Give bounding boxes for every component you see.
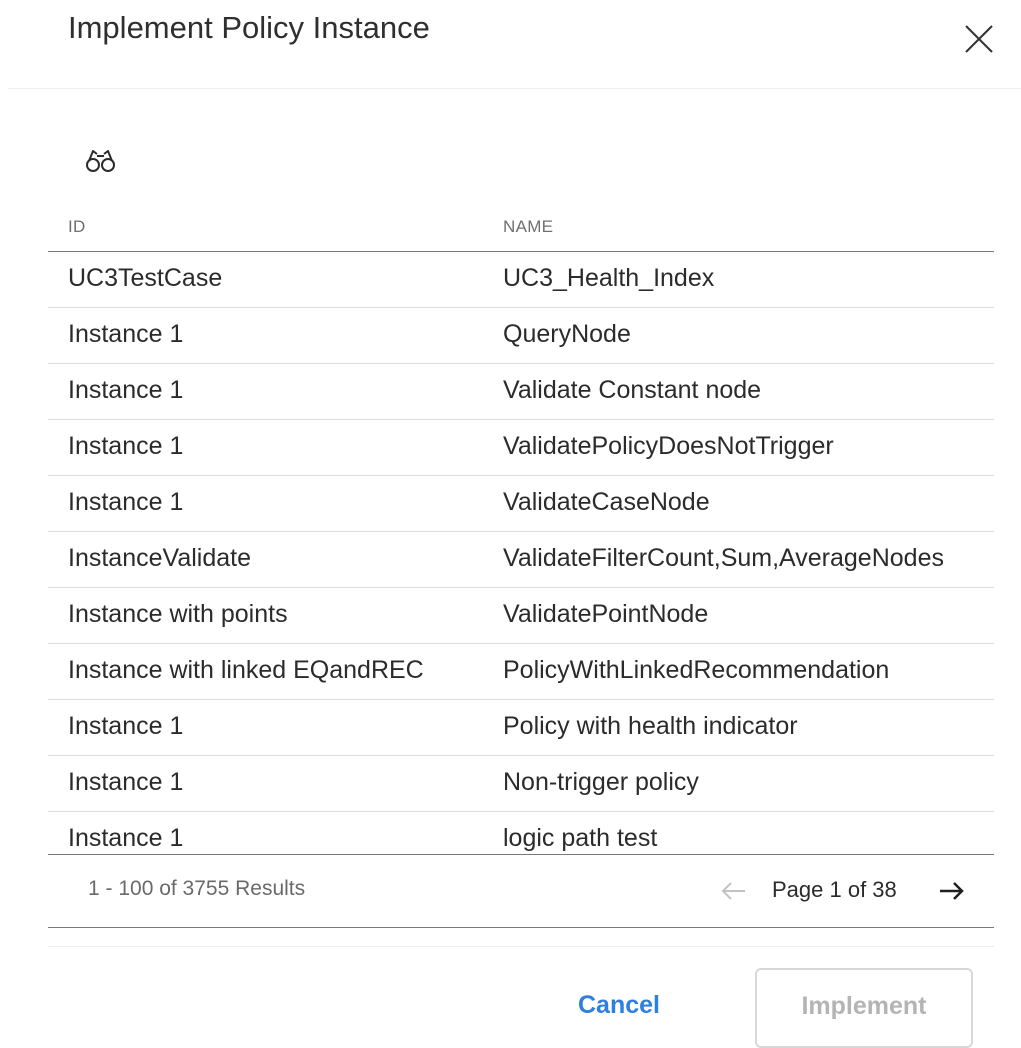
cell-name: UC3_Health_Index — [503, 264, 715, 292]
cell-id: Instance 1 — [68, 320, 184, 348]
table-row[interactable]: Instance 1 Non-trigger policy — [48, 756, 994, 812]
arrow-left-icon — [721, 882, 745, 900]
cancel-button[interactable]: Cancel — [560, 982, 678, 1028]
dialog-title: Implement Policy Instance — [68, 10, 430, 45]
cell-id: Instance 1 — [68, 376, 184, 404]
page-indicator: Page 1 of 38 — [772, 877, 897, 902]
cell-name: Policy with health indicator — [503, 712, 798, 740]
previous-page-button[interactable] — [720, 879, 748, 903]
cell-name: logic path test — [503, 824, 658, 852]
cell-id: Instance with points — [68, 600, 288, 628]
table-row[interactable]: Instance with linked EQandREC PolicyWith… — [48, 644, 994, 700]
table-row[interactable]: Instance 1 Validate Constant node — [48, 364, 994, 420]
cell-id: Instance 1 — [68, 824, 184, 852]
cell-id: Instance 1 — [68, 712, 184, 740]
close-button[interactable] — [960, 20, 998, 58]
table-row[interactable]: UC3TestCase UC3_Health_Index — [48, 252, 994, 308]
cell-name: ValidateCaseNode — [503, 488, 710, 516]
grid-header: ID NAME — [48, 208, 994, 252]
result-count: 1 - 100 of 3755 Results — [88, 877, 306, 900]
cell-id: Instance with linked EQandREC — [68, 656, 424, 684]
binoculars-icon — [86, 150, 115, 172]
cell-name: Non-trigger policy — [503, 768, 699, 796]
next-page-button[interactable] — [936, 879, 966, 903]
cell-name: Validate Constant node — [503, 376, 762, 404]
cell-id: Instance 1 — [68, 768, 184, 796]
table-row[interactable]: Instance 1 QueryNode — [48, 308, 994, 364]
cell-name: ValidatePointNode — [503, 600, 709, 628]
table-row[interactable]: Instance 1 Policy with health indicator — [48, 700, 994, 756]
cell-name: ValidatePolicyDoesNotTrigger — [503, 432, 834, 460]
header-divider — [8, 88, 1021, 89]
cell-id: Instance 1 — [68, 488, 184, 516]
table-row[interactable]: Instance 1 ValidatePolicyDoesNotTrigger — [48, 420, 994, 476]
table-row[interactable]: Instance with points ValidatePointNode — [48, 588, 994, 644]
column-header-name[interactable]: NAME — [503, 217, 553, 237]
cell-name: QueryNode — [503, 320, 631, 348]
arrow-right-icon — [940, 882, 964, 900]
grid-pager: 1 - 100 of 3755 Results Page 1 of 38 — [48, 854, 994, 928]
cell-name: ValidateFilterCount,Sum,AverageNodes — [503, 544, 944, 572]
grid-body: UC3TestCase UC3_Health_Index Instance 1 … — [48, 252, 994, 854]
close-icon — [965, 25, 993, 53]
cell-id: UC3TestCase — [68, 264, 223, 292]
cell-id: Instance 1 — [68, 432, 184, 460]
column-header-id[interactable]: ID — [68, 217, 86, 237]
cell-id: InstanceValidate — [68, 544, 251, 572]
table-row[interactable]: Instance 1 logic path test — [48, 812, 994, 854]
search-button[interactable] — [84, 144, 120, 178]
table-row[interactable]: InstanceValidate ValidateFilterCount,Sum… — [48, 532, 994, 588]
cell-name: PolicyWithLinkedRecommendation — [503, 656, 890, 684]
implement-button[interactable]: Implement — [755, 968, 973, 1048]
table-row[interactable]: Instance 1 ValidateCaseNode — [48, 476, 994, 532]
footer-divider — [48, 946, 994, 947]
